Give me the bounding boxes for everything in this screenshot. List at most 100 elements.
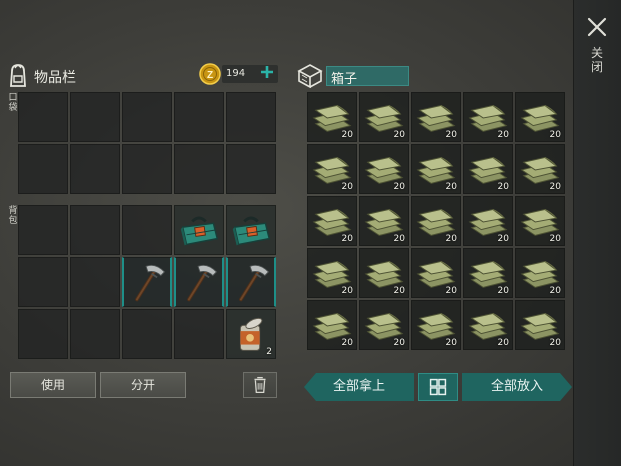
put-all-button[interactable]: 全部放入 [462, 373, 572, 401]
storage-slot[interactable]: 20 [359, 144, 409, 194]
pocket-slot[interactable] [18, 92, 68, 142]
storage-slot[interactable]: 20 [463, 248, 513, 298]
storage-slot[interactable]: 20 [515, 144, 565, 194]
backpack-slot[interactable] [18, 257, 68, 307]
storage-slot[interactable]: 20 [463, 92, 513, 142]
storage-slot[interactable]: 20 [307, 92, 357, 142]
item-count: 20 [497, 130, 509, 140]
backpack-slot[interactable] [18, 309, 68, 359]
pocket-slot[interactable] [174, 92, 224, 142]
hatchet-icon [239, 264, 270, 302]
backpack-slot[interactable] [70, 205, 120, 255]
toolbox-icon [180, 216, 219, 246]
add-coins-icon[interactable] [259, 64, 275, 80]
hatchet-icon [135, 264, 166, 302]
item-count: 20 [393, 286, 405, 296]
item-count: 20 [549, 286, 561, 296]
item-count: 20 [341, 286, 353, 296]
close-label[interactable]: 关闭 [589, 46, 605, 74]
storage-slot[interactable]: 20 [307, 196, 357, 246]
storage-slot[interactable]: 20 [411, 300, 461, 350]
toolbox-icon [232, 216, 271, 246]
split-button[interactable]: 分开 [100, 372, 186, 398]
take-all-button[interactable]: 全部拿上 [304, 373, 414, 401]
trash-icon [254, 376, 266, 394]
item-count: 20 [393, 338, 405, 348]
backpack-slot[interactable] [174, 309, 224, 359]
item-count: 20 [497, 286, 509, 296]
storage-slot[interactable]: 20 [411, 144, 461, 194]
item-count: 20 [549, 338, 561, 348]
item-count: 20 [341, 182, 353, 192]
item-count: 20 [341, 338, 353, 348]
storage-slot[interactable]: 20 [359, 248, 409, 298]
close-icon[interactable] [585, 15, 609, 39]
sort-grid-button[interactable] [418, 373, 458, 401]
pocket-slot[interactable] [122, 92, 172, 142]
storage-slot[interactable]: 20 [359, 300, 409, 350]
inventory-header: 物品栏 Z 194 [6, 60, 278, 90]
pocket-slot[interactable] [174, 144, 224, 194]
storage-slot[interactable]: 20 [359, 196, 409, 246]
trash-button[interactable] [243, 372, 277, 398]
item-count: 20 [341, 130, 353, 140]
storage-slot[interactable]: 20 [411, 92, 461, 142]
backpack-slot[interactable] [18, 205, 68, 255]
backpack-slot[interactable] [226, 205, 276, 255]
storage-slot[interactable]: 20 [515, 300, 565, 350]
backpack-slot[interactable] [70, 309, 120, 359]
item-count: 20 [445, 130, 457, 140]
storage-header: 箱子 [296, 60, 571, 90]
pocket-slot[interactable] [226, 92, 276, 142]
item-count: 20 [497, 338, 509, 348]
backpack-slot[interactable] [174, 257, 224, 307]
item-count: 20 [549, 234, 561, 244]
storage-grid-scroll[interactable]: 20 20 20 20 20 20 20 20 20 20 20 20 20 20 20 20 20 20 20 20… [307, 92, 567, 357]
use-button[interactable]: 使用 [10, 372, 96, 398]
coin-icon: Z [199, 63, 221, 85]
storage-slot[interactable]: 20 [463, 196, 513, 246]
item-count: 20 [445, 286, 457, 296]
backpack-slot[interactable] [226, 257, 276, 307]
item-count: 20 [549, 130, 561, 140]
storage-slot[interactable]: 20 [307, 300, 357, 350]
pocket-slot[interactable] [122, 144, 172, 194]
storage-slot[interactable]: 20 [463, 144, 513, 194]
inventory-title: 物品栏 [34, 70, 76, 86]
item-count: 20 [497, 234, 509, 244]
storage-grid: 20 20 20 20 20 20 20 20 20 20 20 20 20 20 20 20 20 20 20 20… [307, 92, 565, 350]
item-count: 20 [445, 234, 457, 244]
pocket-slot[interactable] [226, 144, 276, 194]
storage-slot[interactable]: 20 [515, 92, 565, 142]
backpack-slot[interactable] [122, 257, 172, 307]
hatchet-icon [187, 264, 218, 302]
backpack-slot[interactable] [122, 205, 172, 255]
grid-icon [429, 378, 447, 396]
backpack-slot[interactable] [122, 309, 172, 359]
storage-title-field: 箱子 [326, 66, 409, 87]
pocket-slot[interactable] [70, 92, 120, 142]
storage-slot[interactable]: 20 [307, 248, 357, 298]
pocket-slot[interactable] [18, 144, 68, 194]
storage-title: 箱子 [331, 72, 358, 87]
backpack-slot[interactable] [70, 257, 120, 307]
svg-text:Z: Z [207, 70, 213, 81]
storage-slot[interactable]: 20 [515, 196, 565, 246]
storage-slot[interactable]: 20 [515, 248, 565, 298]
pocket-grid [18, 92, 276, 194]
storage-slot[interactable]: 20 [411, 196, 461, 246]
backpack-grid: 2 [18, 205, 276, 359]
storage-slot[interactable]: 20 [411, 248, 461, 298]
backpack-slot[interactable] [174, 205, 224, 255]
storage-slot[interactable]: 20 [359, 92, 409, 142]
storage-slot[interactable]: 20 [307, 144, 357, 194]
item-count: 20 [445, 338, 457, 348]
item-count: 20 [549, 182, 561, 192]
pocket-slot[interactable] [70, 144, 120, 194]
storage-slot[interactable]: 20 [463, 300, 513, 350]
backpack-slot[interactable]: 2 [226, 309, 276, 359]
item-count: 2 [266, 347, 272, 357]
item-count: 20 [393, 130, 405, 140]
item-count: 20 [341, 234, 353, 244]
item-count: 20 [497, 182, 509, 192]
